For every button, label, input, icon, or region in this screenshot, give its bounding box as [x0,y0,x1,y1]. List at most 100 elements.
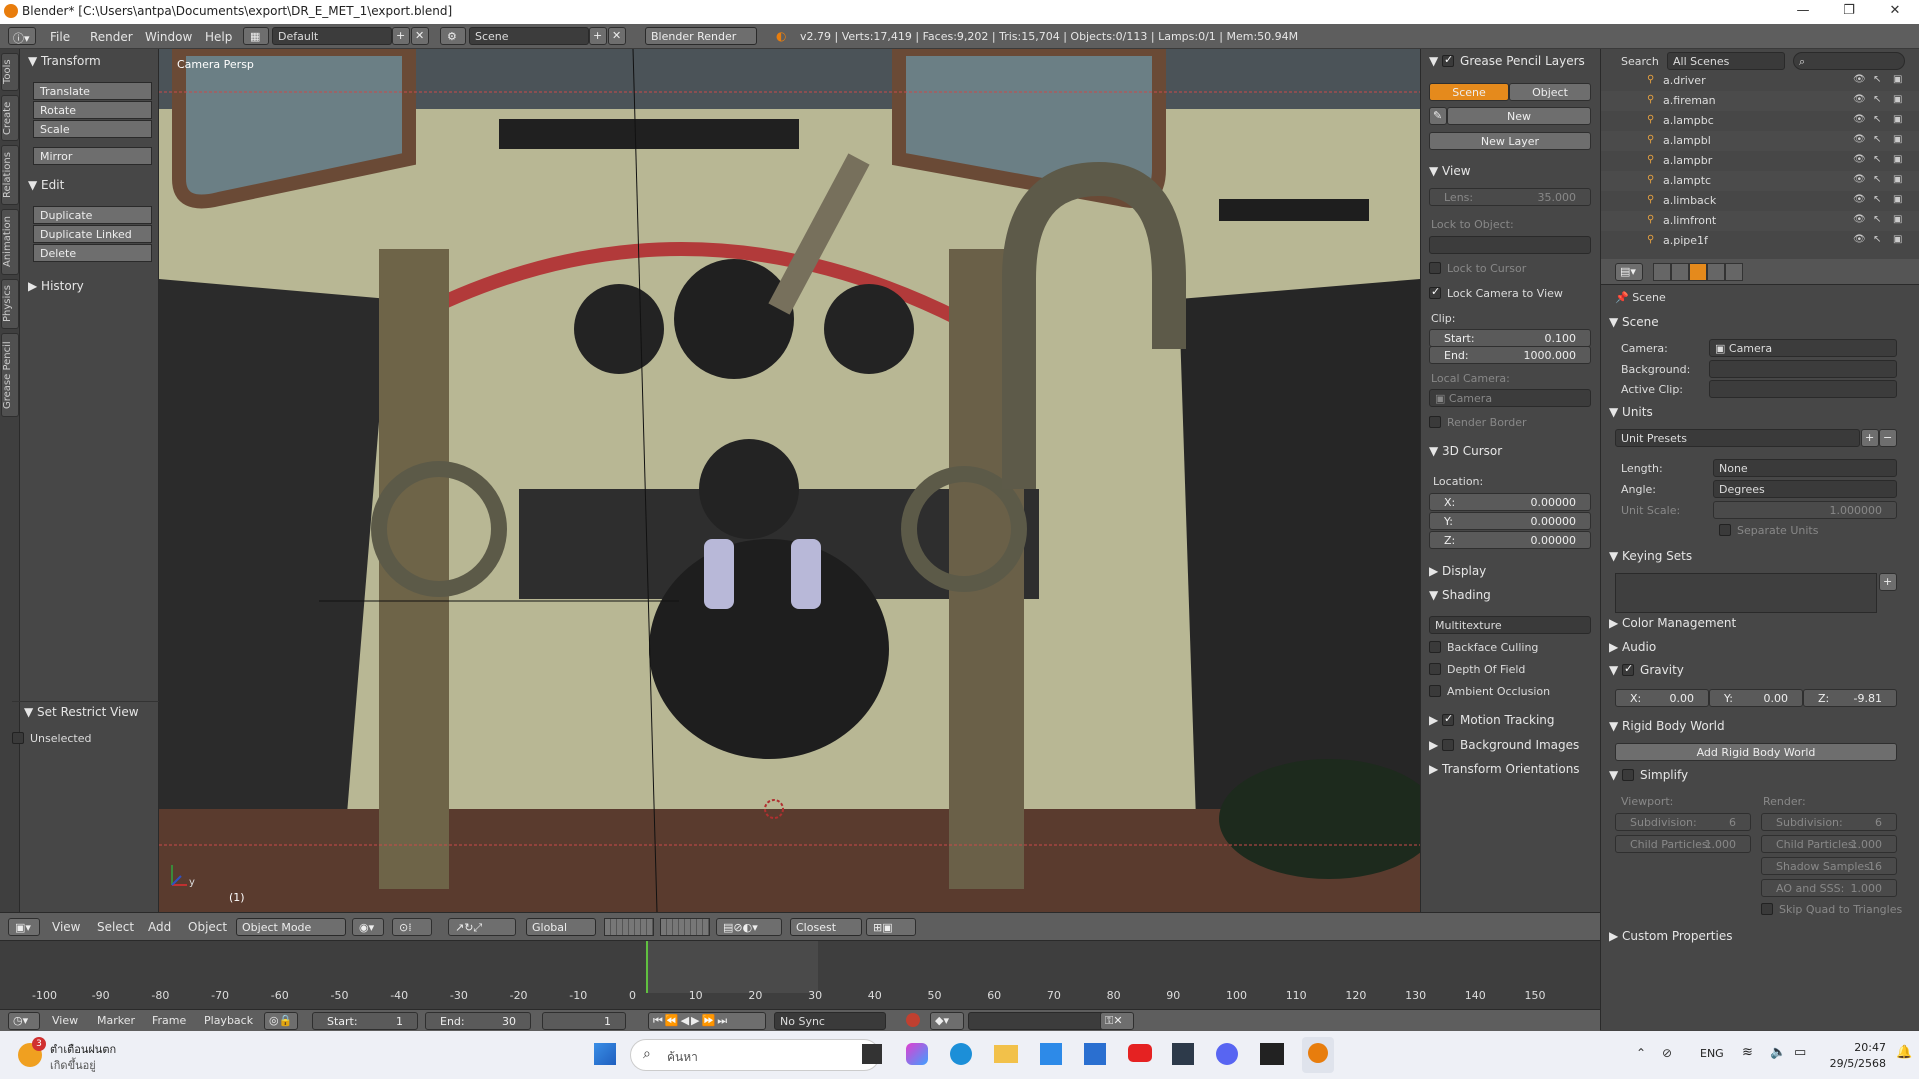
playback-controls[interactable]: ⏮⏪◀▶⏩⏭ [648,1012,766,1030]
separate-units-check[interactable] [1719,524,1731,536]
custom-properties-header[interactable]: ▶ Custom Properties [1609,929,1732,943]
maximize-button[interactable]: ❐ [1826,0,1872,24]
clock-time[interactable]: 20:47 [1836,1041,1886,1054]
tab-animation[interactable]: Animation [1,209,19,275]
clock-date[interactable]: 29/5/2568 [1826,1057,1886,1070]
eye-icon[interactable]: 👁 [1853,74,1866,85]
panel-history-header[interactable]: ▶ History [20,276,158,296]
add-layout-icon[interactable]: + [392,27,410,45]
gravity-x-field[interactable]: X: 0.00 [1615,689,1709,707]
render-icon[interactable]: ▣ [1893,154,1902,165]
outliner-row[interactable]: ⚲ a.fireman 👁 ↖ ▣ [1601,91,1919,111]
insert-keyframe-icons[interactable]: ⚿✕ [1100,1012,1134,1030]
gravity-y-field[interactable]: Y: 0.00 [1709,689,1803,707]
outliner-row[interactable]: ⚲ a.driver 👁 ↖ ▣ [1601,71,1919,91]
duplicate-button[interactable]: Duplicate [33,206,152,224]
viewport-child-particles-field[interactable]: Child Particles: 1.000 [1615,835,1751,853]
panel-edit-header[interactable]: ▼ Edit [20,175,158,195]
unit-presets-select[interactable]: Unit Presets [1615,429,1860,447]
select-arrow-icon[interactable]: ↖ [1873,154,1881,165]
select-arrow-icon[interactable]: ↖ [1873,234,1881,245]
outliner-row[interactable]: ⚲ a.lampbl 👁 ↖ ▣ [1601,131,1919,151]
current-frame-field[interactable]: 1 [542,1012,626,1030]
timeline-editor-type-icon[interactable]: ◷▾ [8,1012,40,1030]
background-field[interactable] [1709,360,1897,378]
outliner-row[interactable]: ⚲ a.lamptc 👁 ↖ ▣ [1601,171,1919,191]
snap-extra-icons[interactable]: ⊞▣ [866,918,916,936]
timeline-end-field[interactable]: End: 30 [425,1012,531,1030]
gravity-check[interactable] [1622,662,1635,676]
gp-new-button[interactable]: New [1447,107,1591,125]
record-icon[interactable] [906,1013,920,1027]
local-camera-field[interactable]: ▣ Camera [1429,389,1591,407]
cursor-z-field[interactable]: Z: 0.00000 [1429,531,1591,549]
cursor-y-field[interactable]: Y: 0.00000 [1429,512,1591,530]
render-icon[interactable]: ▣ [1893,94,1902,105]
timeline-area[interactable]: -100 -90 -80 -70 -60 -50 -40 -30 -20 -10 0 10 20 30 40… [0,941,1600,1009]
eye-icon[interactable]: 👁 [1853,214,1866,225]
outliner-row[interactable]: ⚲ a.lampbc 👁 ↖ ▣ [1601,111,1919,131]
menu-window[interactable]: Window [145,30,192,44]
lock-camera-checkbox[interactable]: Lock Camera to View [1429,285,1563,300]
gp-scene-tab[interactable]: Scene [1429,83,1509,101]
add-rigid-body-button[interactable]: Add Rigid Body World [1615,743,1897,761]
select-arrow-icon[interactable]: ↖ [1873,134,1881,145]
menu-help[interactable]: Help [205,30,232,44]
tab-relations[interactable]: Relations [1,145,19,205]
render-icon[interactable]: ▣ [1893,194,1902,205]
outliner-row[interactable]: ⚲ a.limback 👁 ↖ ▣ [1601,191,1919,211]
menu-file[interactable]: File [50,30,70,44]
keying-sets-header[interactable]: ▼ Keying Sets [1609,549,1692,563]
eye-icon[interactable]: 👁 [1853,134,1866,145]
scene-tab-icon[interactable] [1689,263,1707,281]
timeline-menu-marker[interactable]: Marker [97,1014,135,1027]
terminal-icon[interactable] [1260,1043,1284,1065]
store-icon[interactable] [1084,1043,1106,1065]
lens-field[interactable]: Lens: 35.000 [1429,188,1591,206]
preview-range-icons[interactable]: ◎🔒 [264,1012,298,1030]
ao-checkbox[interactable]: Ambient Occlusion [1429,685,1550,698]
unselected-checkbox[interactable]: Unselected [12,732,91,745]
unselected-check[interactable] [12,732,24,744]
add-keying-set-icon[interactable]: + [1879,573,1897,591]
menu-object[interactable]: Object [188,920,227,934]
pencil-icon[interactable]: ✎ [1429,107,1447,125]
clip-start-field[interactable]: Start: 0.100 [1429,329,1591,347]
backface-checkbox[interactable]: Backface Culling [1429,641,1538,654]
wifi-icon[interactable]: ≋ [1742,1045,1753,1060]
render-tab-icon[interactable] [1653,263,1671,281]
outliner-search-input[interactable]: ⌕ [1793,52,1905,70]
copilot-icon[interactable] [906,1043,928,1065]
scene-icon[interactable]: ⚙ [440,27,466,45]
world-tab-icon[interactable] [1707,263,1725,281]
render-border-checkbox[interactable]: Render Border [1429,416,1527,429]
lock-cursor-checkbox[interactable]: Lock to Cursor [1429,262,1526,275]
ao-sss-field[interactable]: AO and SSS: 1.000 [1761,879,1897,897]
eye-icon[interactable]: 👁 [1853,234,1866,245]
lock-camera-check[interactable] [1429,285,1441,299]
motion-tracking-header[interactable]: ▶ Motion Tracking [1429,712,1555,727]
eye-icon[interactable]: 👁 [1853,154,1866,165]
timeline-menu-frame[interactable]: Frame [152,1014,186,1027]
ao-check[interactable] [1429,685,1441,697]
motion-tracking-check[interactable] [1442,712,1455,726]
transform-orientation-select[interactable]: Global [526,918,596,936]
skip-quad-checkbox[interactable]: Skip Quad to Triangles [1761,903,1902,916]
outliner-row[interactable]: ⚲ a.limfront 👁 ↖ ▣ [1601,211,1919,231]
tab-grease-pencil[interactable]: Grease Pencil [1,333,19,417]
manipulator-icons[interactable]: ↗↻⤢ [448,918,516,936]
duplicate-linked-button[interactable]: Duplicate Linked [33,225,152,243]
layout-field[interactable]: Default [272,27,392,45]
snap-target-select[interactable]: Closest [790,918,862,936]
gp-layers-header[interactable]: ▼ Grease Pencil Layers [1429,53,1585,68]
outliner-row[interactable]: ⚲ a.pipe1f 👁 ↖ ▣ [1601,231,1919,251]
shading-mode-select[interactable]: Multitexture [1429,616,1591,634]
scale-button[interactable]: Scale [33,120,152,138]
dof-checkbox[interactable]: Depth Of Field [1429,663,1525,676]
backface-check[interactable] [1429,641,1441,653]
tray-chevron-icon[interactable]: ⌃ [1636,1046,1646,1060]
viewport-subdivision-field[interactable]: Subdivision: 6 [1615,813,1751,831]
render-child-particles-field[interactable]: Child Particles: 1.000 [1761,835,1897,853]
tab-physics[interactable]: Physics [1,279,19,329]
simplify-header[interactable]: ▼ Simplify [1609,768,1688,782]
